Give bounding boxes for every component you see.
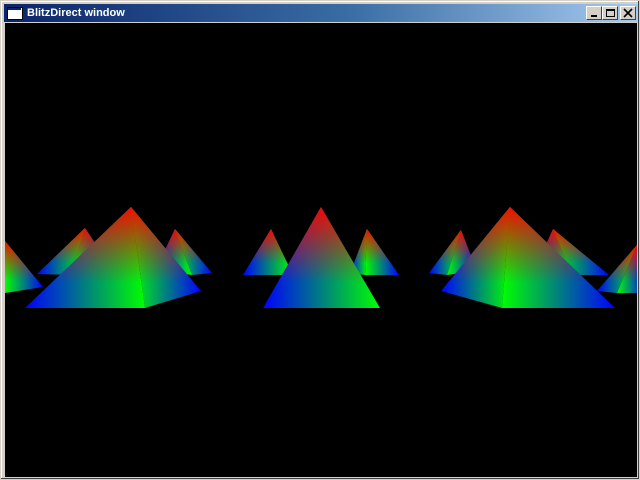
maximize-button[interactable] <box>602 6 618 20</box>
title-bar[interactable]: BlitzDirect window <box>4 4 638 22</box>
minimize-icon <box>591 15 597 17</box>
pyramid-shade-right <box>502 207 615 308</box>
minimize-button[interactable] <box>586 6 602 20</box>
close-icon <box>623 8 633 18</box>
pyramid-shade-right <box>5 241 43 293</box>
pyramid-shade-left <box>25 207 145 308</box>
pyramid-back-3 <box>243 229 293 275</box>
app-window: BlitzDirect window <box>0 0 640 480</box>
pyramid-edge-left <box>5 241 43 293</box>
pyramid-shade <box>243 229 293 275</box>
render-viewport[interactable] <box>5 23 637 477</box>
pyramid-back-4 <box>350 229 399 275</box>
pyramid-edge-right <box>597 245 637 293</box>
close-button[interactable] <box>620 6 636 20</box>
pyramid-shade-right <box>365 229 399 275</box>
app-window-icon[interactable] <box>7 7 23 20</box>
maximize-icon <box>606 9 615 17</box>
pyramid-scene <box>5 207 637 308</box>
window-title: BlitzDirect window <box>27 7 125 19</box>
window-controls <box>586 6 636 20</box>
